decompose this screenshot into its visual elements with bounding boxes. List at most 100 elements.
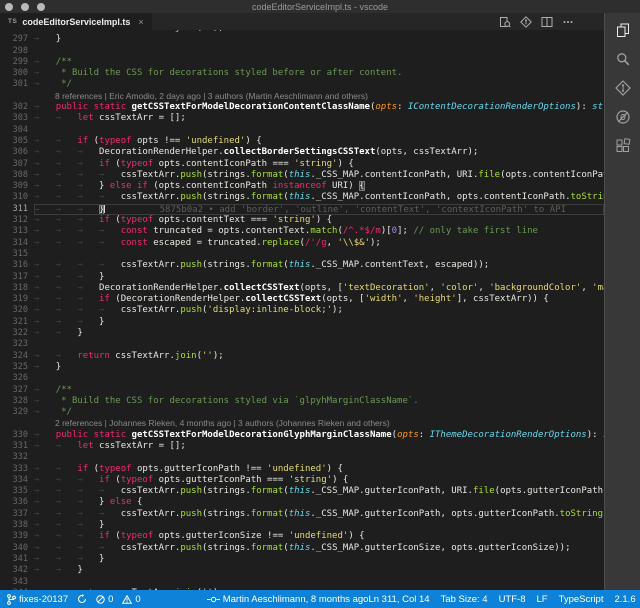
code-line-337[interactable]: 337→ → → → cssTextArr.push(strings.forma…	[0, 509, 604, 520]
close-window-button[interactable]	[5, 3, 13, 11]
line-number[interactable]: 323	[0, 339, 34, 350]
code-editor[interactable]: 296→ → return cssTextArr.join('');297→ }…	[0, 30, 604, 590]
git-branch-status[interactable]: fixes-20137	[7, 594, 68, 605]
line-number[interactable]: 305	[0, 136, 34, 147]
cursor-position-status[interactable]: Ln 311, Col 14	[368, 594, 429, 605]
line-number[interactable]: 324	[0, 351, 34, 362]
line-number[interactable]: 300	[0, 68, 34, 79]
code-line-330[interactable]: 330→ public static getCSSTextForModelDec…	[0, 430, 604, 441]
line-number[interactable]: 336	[0, 497, 34, 508]
line-number[interactable]	[0, 91, 34, 102]
line-number[interactable]: 343	[0, 577, 34, 588]
code-line-339[interactable]: 339→ → → if (typeof opts.gutterIconSize …	[0, 531, 604, 542]
line-number[interactable]: 339	[0, 531, 34, 542]
line-number[interactable]: 331	[0, 441, 34, 452]
code-line-332[interactable]: 332	[0, 452, 604, 463]
line-number[interactable]: 338	[0, 520, 34, 531]
code-line-333[interactable]: 333→ → if (typeof opts.gutterIconPath !=…	[0, 464, 604, 475]
line-number[interactable]: 303	[0, 113, 34, 124]
line-number[interactable]: 311	[0, 204, 34, 215]
code-line-320[interactable]: 320→ → → → cssTextArr.push('display:inli…	[0, 305, 604, 316]
line-number[interactable]: 322	[0, 328, 34, 339]
encoding-status[interactable]: UTF-8	[499, 594, 526, 605]
line-number[interactable]: 325	[0, 362, 34, 373]
line-number[interactable]: 326	[0, 373, 34, 384]
code-line-306[interactable]: 306→ → → DecorationRenderHelper.collectB…	[0, 147, 604, 158]
line-number[interactable]: 334	[0, 475, 34, 486]
line-number[interactable]: 315	[0, 249, 34, 260]
code-line-319[interactable]: 319→ → → if (DecorationRenderHelper.coll…	[0, 294, 604, 305]
line-number[interactable]: 321	[0, 317, 34, 328]
code-line-302[interactable]: 302→ public static getCSSTextForModelDec…	[0, 102, 604, 113]
more-actions-icon[interactable]	[562, 16, 574, 28]
errors-status[interactable]: 0	[96, 594, 113, 605]
code-line-307[interactable]: 307→ → → if (typeof opts.contentIconPath…	[0, 159, 604, 170]
debug-icon[interactable]	[615, 109, 631, 125]
gitlens-blame-status[interactable]: Martin Aeschlimann, 8 months ago	[207, 594, 369, 605]
code-line-325[interactable]: 325→ }	[0, 362, 604, 373]
code-line-316[interactable]: 316→ → → → cssTextArr.push(strings.forma…	[0, 260, 604, 271]
line-number[interactable]: 304	[0, 125, 34, 136]
tab-codeEditorServiceImpl[interactable]: TS codeEditorServiceImpl.ts ×	[0, 13, 152, 30]
code-line-304[interactable]: 304	[0, 125, 604, 136]
code-line-311[interactable]: 311→ → → } 5875b0a2 • add 'border', 'out…	[0, 204, 604, 215]
extensions-icon[interactable]	[615, 138, 631, 154]
code-line-334[interactable]: 334→ → → if (typeof opts.gutterIconPath …	[0, 475, 604, 486]
maximize-window-button[interactable]	[37, 3, 45, 11]
line-number[interactable]: 310	[0, 192, 34, 203]
code-line-331[interactable]: 331→ → let cssTextArr = [];	[0, 441, 604, 452]
line-number[interactable]: 329	[0, 407, 34, 418]
line-number[interactable]: 319	[0, 294, 34, 305]
code-line-314[interactable]: 314→ → → → const escaped = truncated.rep…	[0, 238, 604, 249]
code-line-326[interactable]: 326	[0, 373, 604, 384]
explorer-icon[interactable]	[615, 22, 631, 38]
minimize-window-button[interactable]	[21, 3, 29, 11]
code-line-305[interactable]: 305→ → if (typeof opts !== 'undefined') …	[0, 136, 604, 147]
code-line-341[interactable]: 341→ → → }	[0, 554, 604, 565]
line-number[interactable]: 330	[0, 430, 34, 441]
line-number[interactable]: 328	[0, 396, 34, 407]
line-number[interactable]: 333	[0, 464, 34, 475]
sync-status[interactable]	[77, 594, 87, 604]
source-control-icon[interactable]	[615, 80, 631, 96]
code-line-315[interactable]: 315	[0, 249, 604, 260]
line-number[interactable]: 308	[0, 170, 34, 181]
line-number[interactable]: 317	[0, 272, 34, 283]
codelens-text[interactable]: 2 references | Johannes Rieken, 4 months…	[34, 418, 604, 429]
line-number[interactable]: 327	[0, 385, 34, 396]
code-line-338[interactable]: 338→ → → }	[0, 520, 604, 531]
code-line-308[interactable]: 308→ → → → cssTextArr.push(strings.forma…	[0, 170, 604, 181]
code-line-303[interactable]: 303→ → let cssTextArr = [];	[0, 113, 604, 124]
typescript-version-status[interactable]: 2.1.6	[614, 594, 635, 605]
line-number[interactable]: 320	[0, 305, 34, 316]
line-number[interactable]: 341	[0, 554, 34, 565]
code-line-300[interactable]: 300→ * Build the CSS for decorations sty…	[0, 68, 604, 79]
code-line-318[interactable]: 318→ → → DecorationRenderHelper.collectC…	[0, 283, 604, 294]
code-line-329[interactable]: 329→ */	[0, 407, 604, 418]
open-changes-icon[interactable]	[520, 16, 532, 28]
code-line-301[interactable]: 301→ */	[0, 79, 604, 90]
code-line-312[interactable]: 312→ → → if (typeof opts.contentText ===…	[0, 215, 604, 226]
code-line-317[interactable]: 317→ → → }	[0, 272, 604, 283]
line-number[interactable]: 297	[0, 34, 34, 45]
code-line-313[interactable]: 313→ → → → const truncated = opts.conten…	[0, 226, 604, 237]
code-line-340[interactable]: 340→ → → → cssTextArr.push(strings.forma…	[0, 543, 604, 554]
warnings-status[interactable]: 0	[122, 594, 140, 605]
line-number[interactable]: 299	[0, 57, 34, 68]
eol-status[interactable]: LF	[536, 594, 547, 605]
line-number[interactable]: 313	[0, 226, 34, 237]
close-tab-icon[interactable]: ×	[135, 17, 143, 27]
code-line-310[interactable]: 310→ → → → cssTextArr.push(strings.forma…	[0, 192, 604, 203]
codelens-text[interactable]: 8 references | Eric Amodio, 2 days ago |…	[34, 91, 604, 102]
open-preview-icon[interactable]	[499, 16, 511, 28]
line-number[interactable]	[0, 418, 34, 429]
line-number[interactable]: 298	[0, 46, 34, 57]
line-number[interactable]: 312	[0, 215, 34, 226]
line-number[interactable]: 314	[0, 238, 34, 249]
code-line-298[interactable]: 298	[0, 46, 604, 57]
line-number[interactable]: 340	[0, 543, 34, 554]
split-editor-icon[interactable]	[541, 16, 553, 28]
code-line-343[interactable]: 343	[0, 577, 604, 588]
search-icon[interactable]	[615, 51, 631, 67]
code-line-342[interactable]: 342→ → }	[0, 565, 604, 576]
